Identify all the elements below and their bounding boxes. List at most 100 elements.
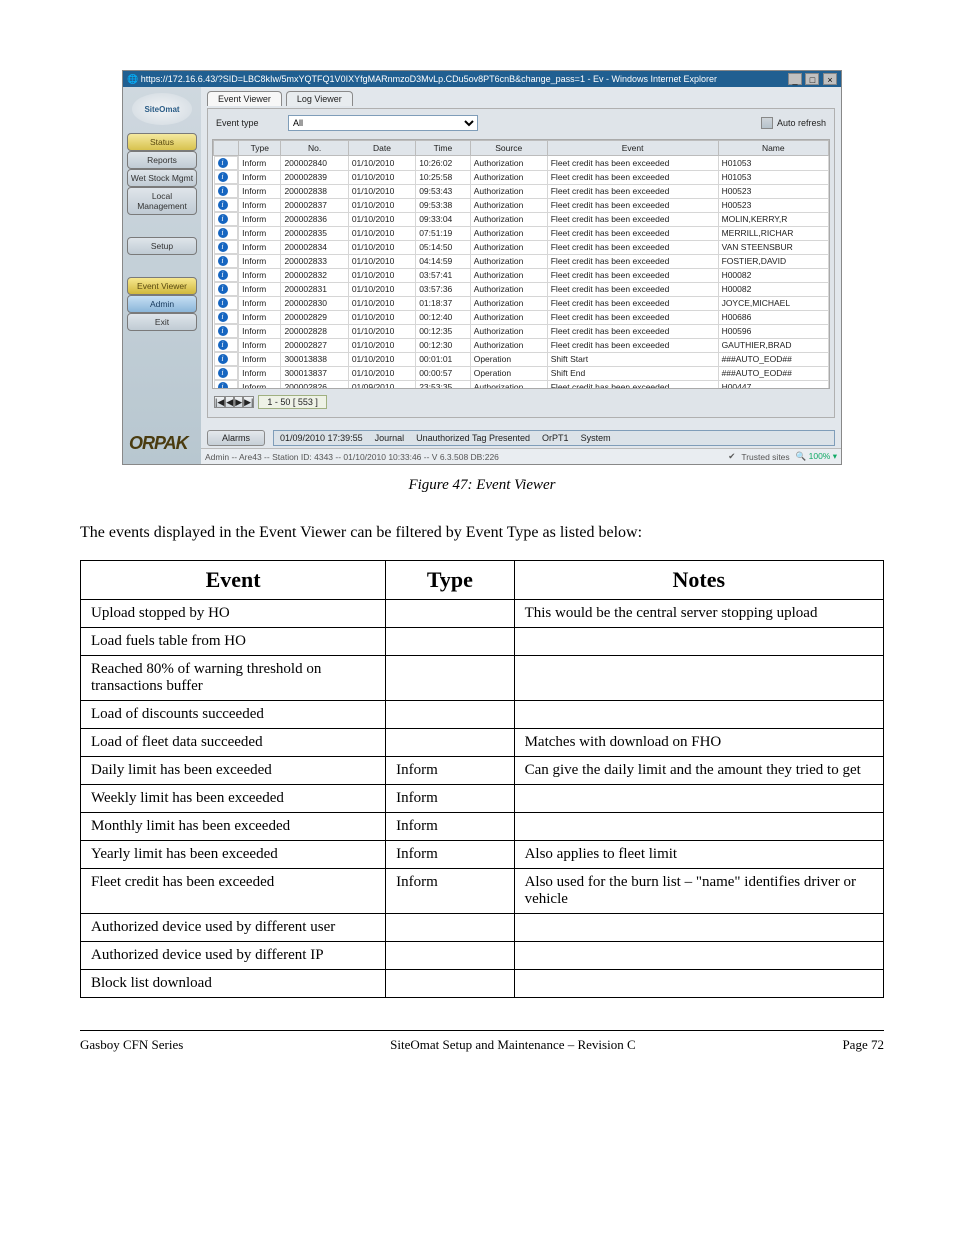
- alarms-button[interactable]: Alarms: [207, 430, 265, 446]
- cell-event: Fleet credit has been exceeded: [547, 156, 718, 171]
- table-row[interactable]: iInform20000283201/10/201003:57:41Author…: [214, 268, 829, 282]
- sidebar-item-local-management[interactable]: Local Management: [127, 187, 197, 215]
- table-row[interactable]: iInform20000283301/10/201004:14:59Author…: [214, 254, 829, 268]
- table-row[interactable]: iInform30001383701/10/201000:00:57Operat…: [214, 366, 829, 380]
- tab-log-viewer[interactable]: Log Viewer: [286, 91, 353, 106]
- pager-btn-1[interactable]: ◀: [225, 396, 234, 408]
- table-row[interactable]: iInform20000283701/10/201009:53:38Author…: [214, 198, 829, 212]
- grid-col-Name[interactable]: Name: [718, 141, 828, 156]
- events-cell: Inform: [386, 840, 514, 868]
- table-row[interactable]: iInform20000283101/10/201003:57:36Author…: [214, 282, 829, 296]
- sidebar-item-setup[interactable]: Setup: [127, 237, 197, 255]
- pager-range: 1 - 50 [ 553 ]: [258, 395, 327, 409]
- table-row[interactable]: iInform20000284001/10/201010:26:02Author…: [214, 156, 829, 171]
- info-icon: i: [218, 382, 228, 389]
- table-row[interactable]: iInform20000283501/10/201007:51:19Author…: [214, 226, 829, 240]
- grid-col-No.[interactable]: No.: [281, 141, 348, 156]
- footer-center: SiteOmat Setup and Maintenance – Revisio…: [390, 1037, 636, 1053]
- cell-type: Inform: [239, 310, 281, 324]
- table-row[interactable]: iInform30001383801/10/201000:01:01Operat…: [214, 352, 829, 366]
- row-icon-cell: i: [214, 254, 239, 268]
- cell-name: VAN STEENSBUR: [718, 240, 828, 254]
- events-cell: Daily limit has been exceeded: [81, 756, 386, 784]
- sidebar-item-admin[interactable]: Admin: [127, 295, 197, 313]
- row-icon-cell: i: [214, 184, 239, 198]
- table-row[interactable]: iInform20000283901/10/201010:25:58Author…: [214, 170, 829, 184]
- grid-col-Event[interactable]: Event: [547, 141, 718, 156]
- table-row[interactable]: iInform20000283401/10/201005:14:50Author…: [214, 240, 829, 254]
- cell-date: 01/10/2010: [348, 338, 415, 352]
- grid-col-Time[interactable]: Time: [416, 141, 471, 156]
- sidebar-item-exit[interactable]: Exit: [127, 313, 197, 331]
- pager-btn-0[interactable]: |◀: [214, 396, 225, 408]
- cell-name: ###AUTO_EOD##: [718, 366, 828, 380]
- cell-event: Fleet credit has been exceeded: [547, 324, 718, 338]
- sidebar-item-wet-stock-mgmt[interactable]: Wet Stock Mgmt: [127, 169, 197, 187]
- table-row[interactable]: iInform20000282701/10/201000:12:30Author…: [214, 338, 829, 352]
- cell-date: 01/10/2010: [348, 226, 415, 240]
- info-icon: i: [218, 186, 228, 196]
- cell-name: JOYCE,MICHAEL: [718, 296, 828, 310]
- info-icon: i: [218, 354, 228, 364]
- maximize-icon[interactable]: □: [805, 73, 819, 85]
- cell-time: 09:53:43: [416, 184, 471, 198]
- events-row: Daily limit has been exceededInformCan g…: [81, 756, 884, 784]
- table-row[interactable]: iInform20000283801/10/201009:53:43Author…: [214, 184, 829, 198]
- grid-col-icon[interactable]: [214, 141, 239, 156]
- events-cell: Inform: [386, 756, 514, 784]
- zoom-label[interactable]: 🔍 100% ▾: [796, 451, 837, 462]
- close-icon[interactable]: ×: [823, 73, 837, 85]
- events-cell: Can give the daily limit and the amount …: [514, 756, 883, 784]
- info-icon: i: [218, 242, 228, 252]
- table-row[interactable]: iInform20000283001/10/201001:18:37Author…: [214, 296, 829, 310]
- auto-refresh-checkbox[interactable]: [761, 117, 773, 129]
- info-icon: i: [218, 340, 228, 350]
- auto-refresh-label: Auto refresh: [777, 118, 826, 128]
- pager-btn-3[interactable]: ▶|: [243, 396, 254, 408]
- events-cell: [514, 812, 883, 840]
- event-type-select[interactable]: All: [288, 115, 478, 131]
- sidebar-item-status[interactable]: Status: [127, 133, 197, 151]
- row-icon-cell: i: [214, 380, 239, 389]
- events-cell: [386, 700, 514, 728]
- filter-row: Event type All Auto refresh: [208, 109, 834, 137]
- cell-name: H00447: [718, 380, 828, 389]
- cell-name: H01053: [718, 170, 828, 184]
- tab-event-viewer[interactable]: Event Viewer: [207, 91, 282, 106]
- grid-col-Source[interactable]: Source: [470, 141, 547, 156]
- cell-type: Inform: [239, 366, 281, 380]
- cell-date: 01/09/2010: [348, 380, 415, 389]
- table-row[interactable]: iInform20000282601/09/201023:53:35Author…: [214, 380, 829, 389]
- pager-btn-2[interactable]: ▶: [234, 396, 243, 408]
- cell-source: Authorization: [470, 240, 547, 254]
- table-row[interactable]: iInform20000282901/10/201000:12:40Author…: [214, 310, 829, 324]
- cell-type: Inform: [239, 254, 281, 268]
- table-row[interactable]: iInform20000282801/10/201000:12:35Author…: [214, 324, 829, 338]
- events-cell: [386, 941, 514, 969]
- sidebar-item-reports[interactable]: Reports: [127, 151, 197, 169]
- status-bar: Admin -- Are43 -- Station ID: 4343 -- 01…: [201, 448, 841, 464]
- cell-date: 01/10/2010: [348, 282, 415, 296]
- row-icon-cell: i: [214, 170, 239, 184]
- grid-col-Type[interactable]: Type: [239, 141, 281, 156]
- cell-time: 00:00:57: [416, 366, 471, 380]
- cell-source: Authorization: [470, 212, 547, 226]
- cell-time: 00:12:30: [416, 338, 471, 352]
- events-row: Block list download: [81, 969, 884, 997]
- minimize-icon[interactable]: _: [788, 73, 802, 85]
- events-cell: Reached 80% of warning threshold on tran…: [81, 655, 386, 700]
- cell-time: 10:25:58: [416, 170, 471, 184]
- events-cell: Inform: [386, 868, 514, 913]
- cell-time: 05:14:50: [416, 240, 471, 254]
- table-row[interactable]: iInform20000283601/10/201009:33:04Author…: [214, 212, 829, 226]
- sidebar-item-event-viewer[interactable]: Event Viewer: [127, 277, 197, 295]
- cell-event: Fleet credit has been exceeded: [547, 282, 718, 296]
- grid-col-Date[interactable]: Date: [348, 141, 415, 156]
- events-cell: [514, 627, 883, 655]
- events-row: Authorized device used by different user: [81, 913, 884, 941]
- events-col-type: Type: [386, 560, 514, 599]
- events-cell: [514, 700, 883, 728]
- cell-date: 01/10/2010: [348, 352, 415, 366]
- cell-source: Authorization: [470, 268, 547, 282]
- cell-date: 01/10/2010: [348, 268, 415, 282]
